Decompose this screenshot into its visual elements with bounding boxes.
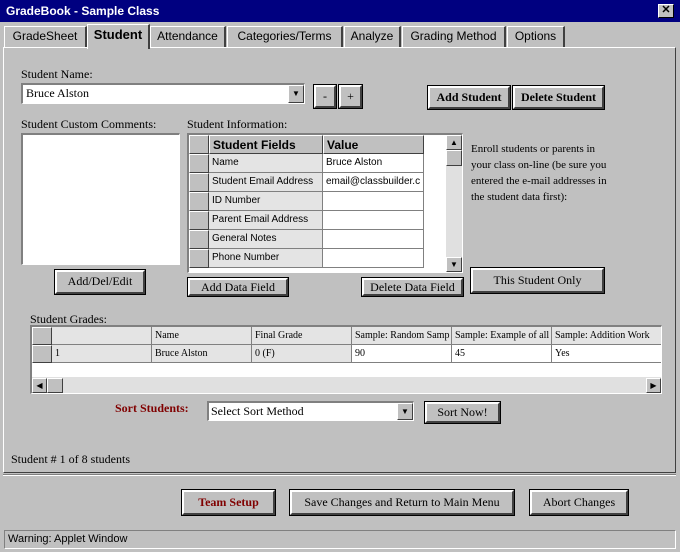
- this-student-only-button[interactable]: This Student Only: [470, 267, 605, 294]
- horizontal-scrollbar[interactable]: ◀ ▶: [32, 377, 661, 393]
- student-info-grid[interactable]: Student Fields Value Name Bruce Alston Stu…: [187, 133, 463, 273]
- field-value-cell[interactable]: [323, 211, 424, 230]
- chevron-down-icon[interactable]: ▼: [288, 85, 304, 103]
- grades-cell[interactable]: 90: [352, 345, 452, 363]
- row-header[interactable]: [189, 230, 209, 249]
- grades-cell[interactable]: 1: [52, 345, 152, 363]
- row-header[interactable]: [189, 154, 209, 173]
- student-name-value: Bruce Alston: [26, 86, 89, 100]
- row-header[interactable]: [189, 173, 209, 192]
- grades-column-header: Sample: Random Samp: [352, 327, 452, 345]
- grades-cell[interactable]: 45: [452, 345, 552, 363]
- field-name-cell: Phone Number: [209, 249, 323, 268]
- vertical-scrollbar[interactable]: ▲ ▼: [446, 135, 462, 272]
- tab-grading-method[interactable]: Grading Method: [402, 26, 506, 47]
- window-title-bar: GradeBook - Sample Class: [0, 0, 680, 22]
- field-name-cell: General Notes: [209, 230, 323, 249]
- tab-options[interactable]: Options: [507, 26, 565, 47]
- enroll-instructions: Enroll students or parents in your class…: [471, 143, 607, 203]
- grid-corner: [189, 135, 209, 154]
- next-student-button[interactable]: +: [338, 84, 363, 109]
- column-header: Value: [323, 135, 424, 154]
- scroll-right-icon[interactable]: ▶: [646, 378, 661, 393]
- add-data-field-button[interactable]: Add Data Field: [187, 277, 289, 297]
- student-grades-grid[interactable]: Name Final Grade Sample: Random Samp Sample…: [30, 325, 662, 394]
- grades-cell[interactable]: Yes: [552, 345, 661, 363]
- grades-cell[interactable]: Bruce Alston: [152, 345, 252, 363]
- row-header[interactable]: [32, 345, 52, 363]
- field-value-cell[interactable]: [323, 230, 424, 249]
- scroll-up-icon[interactable]: ▲: [446, 135, 462, 150]
- abort-changes-button[interactable]: Abort Changes: [529, 489, 629, 516]
- student-name-combo[interactable]: Bruce Alston ▼: [21, 83, 305, 104]
- field-value-cell[interactable]: [323, 192, 424, 211]
- status-bar: Warning: Applet Window: [4, 530, 676, 549]
- add-student-button[interactable]: Add Student: [427, 85, 511, 110]
- student-name-label: Student Name:: [21, 67, 93, 81]
- column-header: Student Fields: [209, 135, 323, 154]
- field-name-cell: Name: [209, 154, 323, 173]
- tab-student[interactable]: Student: [87, 24, 150, 49]
- sort-method-select[interactable]: Select Sort Method ▼: [207, 401, 414, 421]
- close-icon[interactable]: ✕: [658, 4, 674, 18]
- field-name-cell: Parent Email Address: [209, 211, 323, 230]
- grades-column-header: Final Grade: [252, 327, 352, 345]
- tab-attendance[interactable]: Attendance: [150, 26, 226, 47]
- save-and-return-button[interactable]: Save Changes and Return to Main Menu: [289, 489, 515, 516]
- field-name-cell: ID Number: [209, 192, 323, 211]
- grades-column-header: [52, 327, 152, 345]
- separator: [3, 474, 676, 476]
- student-info-label: Student Information:: [187, 117, 288, 131]
- scroll-thumb[interactable]: [446, 150, 462, 166]
- student-count: Student # 1 of 8 students: [11, 452, 130, 466]
- chevron-down-icon[interactable]: ▼: [397, 403, 413, 420]
- team-setup-button[interactable]: Team Setup: [181, 489, 276, 516]
- window-title: GradeBook - Sample Class: [6, 4, 160, 18]
- row-header[interactable]: [189, 192, 209, 211]
- grades-column-header: Sample: Example of all: [452, 327, 552, 345]
- field-value-cell[interactable]: email@classbuilder.c: [323, 173, 424, 192]
- previous-student-button[interactable]: -: [313, 84, 337, 109]
- field-name-cell: Student Email Address: [209, 173, 323, 192]
- sort-method-value: Select Sort Method: [211, 404, 304, 418]
- comments-label: Student Custom Comments:: [21, 117, 157, 131]
- sort-now-button[interactable]: Sort Now!: [424, 401, 501, 424]
- grades-column-header: Sample: Addition Work: [552, 327, 661, 345]
- row-header[interactable]: [189, 249, 209, 268]
- comments-list[interactable]: [21, 133, 180, 265]
- delete-data-field-button[interactable]: Delete Data Field: [361, 277, 464, 297]
- scroll-down-icon[interactable]: ▼: [446, 257, 462, 272]
- field-value-cell[interactable]: [323, 249, 424, 268]
- grades-column-header: Name: [152, 327, 252, 345]
- add-del-edit-button[interactable]: Add/Del/Edit: [54, 269, 146, 295]
- sort-students-label: Sort Students:: [115, 401, 189, 415]
- tab-categories-terms[interactable]: Categories/Terms: [227, 26, 343, 47]
- row-header[interactable]: [189, 211, 209, 230]
- grid-corner: [32, 327, 52, 345]
- scroll-thumb[interactable]: [47, 378, 63, 393]
- grades-cell[interactable]: 0 (F): [252, 345, 352, 363]
- scroll-left-icon[interactable]: ◀: [32, 378, 47, 393]
- tab-analyze[interactable]: Analyze: [344, 26, 401, 47]
- field-value-cell[interactable]: Bruce Alston: [323, 154, 424, 173]
- tab-gradesheet[interactable]: GradeSheet: [4, 26, 87, 47]
- delete-student-button[interactable]: Delete Student: [512, 85, 605, 110]
